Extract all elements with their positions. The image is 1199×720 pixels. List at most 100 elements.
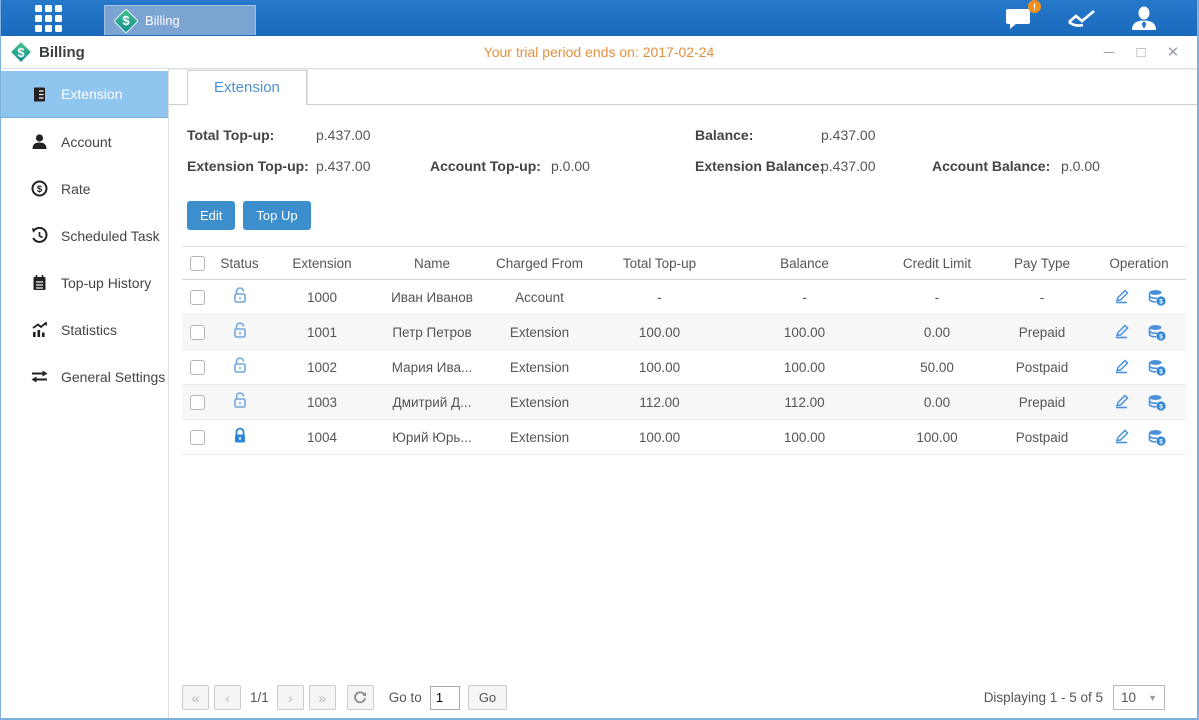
pay-type-cell: Prepaid <box>992 325 1092 340</box>
billing-window: $ Billing ! <box>0 0 1199 720</box>
sidebar-item-scheduled-task[interactable]: Scheduled Task <box>1 212 168 259</box>
sidebar-item-general-settings[interactable]: General Settings <box>1 353 168 400</box>
select-all-checkbox[interactable] <box>190 256 205 271</box>
col-charged-from: Charged From <box>487 256 592 271</box>
refresh-button[interactable] <box>347 685 374 710</box>
credit-limit-cell: 0.00 <box>882 325 992 340</box>
credit-limit-cell: 50.00 <box>882 360 992 375</box>
account-topup-value: p.0.00 <box>551 158 590 174</box>
sidebar-item-label: Statistics <box>61 322 117 338</box>
sidebar-item-label: Top-up History <box>61 275 151 291</box>
tab-extension[interactable]: Extension <box>187 70 307 105</box>
edit-pencil-icon[interactable] <box>1113 359 1130 375</box>
first-page-button[interactable]: « <box>182 685 209 710</box>
operation-cell: $ <box>1092 359 1186 376</box>
svg-text:$: $ <box>1159 368 1163 375</box>
sidebar-item-rate[interactable]: $ Rate <box>1 165 168 212</box>
tab-strip: Extension <box>169 70 1197 105</box>
col-pay-type: Pay Type <box>992 256 1092 271</box>
messages-icon[interactable]: ! <box>1005 6 1033 30</box>
col-balance: Balance <box>727 256 882 271</box>
pagination-bar: « ‹ 1/1 › » Go to Go Displaying 1 - 5 of… <box>182 685 1183 710</box>
status-cell <box>212 322 267 342</box>
table-row: 1002 Мария Ива... Extension 100.00 100.0… <box>182 350 1186 385</box>
row-checkbox[interactable] <box>190 360 205 375</box>
edit-pencil-icon[interactable] <box>1113 394 1130 410</box>
goto-page-input[interactable] <box>430 686 460 710</box>
pay-type-cell: - <box>992 290 1092 305</box>
sidebar-item-extension[interactable]: Extension <box>1 71 168 118</box>
total-topup-label: Total Top-up: <box>187 127 274 143</box>
page-size-select[interactable]: 10 ▼ <box>1113 685 1165 710</box>
table-row: 1004 Юрий Юрь... Extension 100.00 100.00… <box>182 420 1186 455</box>
edit-pencil-icon[interactable] <box>1113 289 1130 305</box>
status-cell <box>212 287 267 307</box>
top-up-coins-icon[interactable]: $ <box>1148 429 1166 446</box>
balance-summary: Total Top-up: p.437.00 Balance: p.437.00… <box>187 125 1197 191</box>
maximize-icon[interactable]: □ <box>1133 45 1149 60</box>
sidebar-item-statistics[interactable]: Statistics <box>1 306 168 353</box>
edit-pencil-icon[interactable] <box>1113 324 1130 340</box>
prev-page-button[interactable]: ‹ <box>214 685 241 710</box>
last-page-button[interactable]: » <box>309 685 336 710</box>
top-up-coins-icon[interactable]: $ <box>1148 324 1166 341</box>
col-extension: Extension <box>267 256 377 271</box>
balance-cell: 112.00 <box>727 395 882 410</box>
row-checkbox[interactable] <box>190 325 205 340</box>
sidebar-item-label: General Settings <box>61 369 165 385</box>
pay-type-cell: Prepaid <box>992 395 1092 410</box>
total-topup-value: p.437.00 <box>316 127 371 143</box>
close-icon[interactable]: ✕ <box>1165 45 1181 60</box>
minimize-icon[interactable]: ─ <box>1101 45 1117 60</box>
svg-text:$: $ <box>37 184 43 195</box>
edit-pencil-icon[interactable] <box>1113 429 1130 445</box>
top-up-coins-icon[interactable]: $ <box>1148 359 1166 376</box>
top-up-button[interactable]: Top Up <box>243 201 310 230</box>
credit-limit-cell: 0.00 <box>882 395 992 410</box>
sidebar: Extension Account $ Rate <box>1 69 169 718</box>
row-checkbox[interactable] <box>190 395 205 410</box>
user-account-icon[interactable] <box>1131 6 1157 30</box>
col-operation: Operation <box>1092 256 1186 271</box>
row-checkbox[interactable] <box>190 290 205 305</box>
top-up-coins-icon[interactable]: $ <box>1148 289 1166 306</box>
top-bar: $ Billing ! <box>1 0 1197 36</box>
account-topup-label: Account Top-up: <box>430 158 541 174</box>
sidebar-item-account[interactable]: Account <box>1 118 168 165</box>
sidebar-item-topup-history[interactable]: Top-up History <box>1 259 168 306</box>
ledger-icon <box>31 86 48 103</box>
balance-value: p.437.00 <box>821 127 876 143</box>
page-size-value: 10 <box>1121 690 1136 705</box>
extension-table: Status Extension Name Charged From Total… <box>182 246 1186 455</box>
operation-cell: $ <box>1092 289 1186 306</box>
operation-cell: $ <box>1092 394 1186 411</box>
name-cell: Иван Иванов <box>377 290 487 305</box>
go-button[interactable]: Go <box>468 685 507 710</box>
taskbar-tab-billing[interactable]: $ Billing <box>104 5 256 35</box>
account-balance-label: Account Balance: <box>932 158 1050 174</box>
next-page-button[interactable]: › <box>277 685 304 710</box>
extension-balance-value: p.437.00 <box>821 158 876 174</box>
credit-limit-cell: - <box>882 290 992 305</box>
charged-from-cell: Extension <box>487 395 592 410</box>
app-grid-icon[interactable] <box>35 5 62 32</box>
chevron-down-icon: ▼ <box>1148 693 1157 703</box>
resource-monitor-icon[interactable] <box>1067 7 1097 29</box>
status-cell <box>212 357 267 377</box>
displaying-text: Displaying 1 - 5 of 5 <box>984 690 1103 705</box>
status-cell <box>212 392 267 412</box>
extension-balance-label: Extension Balance: <box>695 158 824 174</box>
top-up-coins-icon[interactable]: $ <box>1148 394 1166 411</box>
row-checkbox[interactable] <box>190 430 205 445</box>
col-credit-limit: Credit Limit <box>882 256 992 271</box>
main-panel: Extension Total Top-up: p.437.00 Balance… <box>169 69 1197 718</box>
total-topup-cell: 112.00 <box>592 395 727 410</box>
edit-button[interactable]: Edit <box>187 201 235 230</box>
balance-cell: 100.00 <box>727 430 882 445</box>
goto-label: Go to <box>389 690 422 705</box>
table-row: 1001 Петр Петров Extension 100.00 100.00… <box>182 315 1186 350</box>
extension-cell: 1002 <box>267 360 377 375</box>
extension-cell: 1001 <box>267 325 377 340</box>
notification-badge: ! <box>1028 0 1041 13</box>
total-topup-cell: 100.00 <box>592 360 727 375</box>
